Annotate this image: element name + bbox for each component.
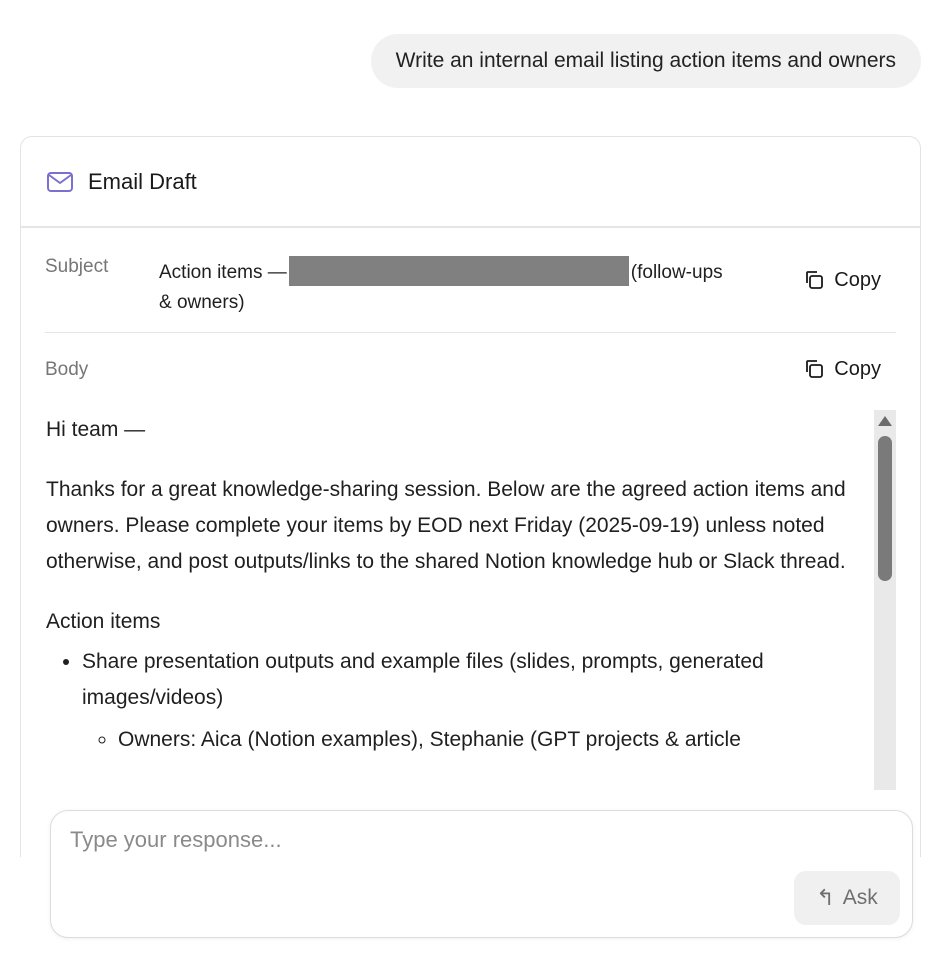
subject-label: Subject [45,256,109,277]
copy-label: Copy [834,357,881,380]
reply-arrow-icon: ↰ [816,885,835,910]
redacted-block [288,256,629,286]
response-composer: Type your response... ↰ Ask [50,810,913,938]
list-item: Owners: Aica (Notion examples), Stephani… [118,722,876,758]
section-title: Action items [46,610,161,633]
card-title: Email Draft [88,168,197,194]
body-greeting: Hi team — [46,418,146,441]
subject-row: Subject Action items — (follow-ups & owne… [45,228,896,333]
body-header-row: Body Copy [45,333,896,403]
copy-body-button[interactable]: Copy [802,357,881,381]
ask-label: Ask [842,886,878,909]
response-input[interactable]: Type your response... [70,827,770,853]
body-paragraph: Thanks for a great knowledge-sharing ses… [46,478,846,573]
action-items-list: Share presentation outputs and example f… [46,644,876,758]
scrollbar-thumb[interactable] [878,436,892,581]
user-message-bubble: Write an internal email listing action i… [370,34,921,88]
owners-list: Owners: Aica (Notion examples), Stephani… [82,722,876,758]
body-label: Body [45,359,89,380]
copy-icon [806,271,824,289]
list-item: Share presentation outputs and example f… [82,644,876,758]
copy-label: Copy [834,268,881,291]
subject-text: Action items — (follow-ups & owners) [159,256,739,318]
copy-icon [806,360,824,378]
copy-subject-button[interactable]: Copy [802,268,881,292]
scroll-up-arrow-icon[interactable] [878,416,892,426]
user-message-text: Write an internal email listing action i… [395,49,896,72]
email-body-scroll-area[interactable]: Hi team — Thanks for a great knowledge-s… [46,410,876,787]
mail-icon [46,168,74,196]
email-draft-card: Email Draft Subject Action items — (follo… [20,136,921,857]
subject-text-start: Action items — [159,262,287,283]
body-scrollbar[interactable] [874,410,896,790]
ask-button[interactable]: ↰ Ask [794,871,900,925]
action-item-text: Share presentation outputs and example f… [82,650,764,709]
email-draft-header: Email Draft [21,137,920,228]
